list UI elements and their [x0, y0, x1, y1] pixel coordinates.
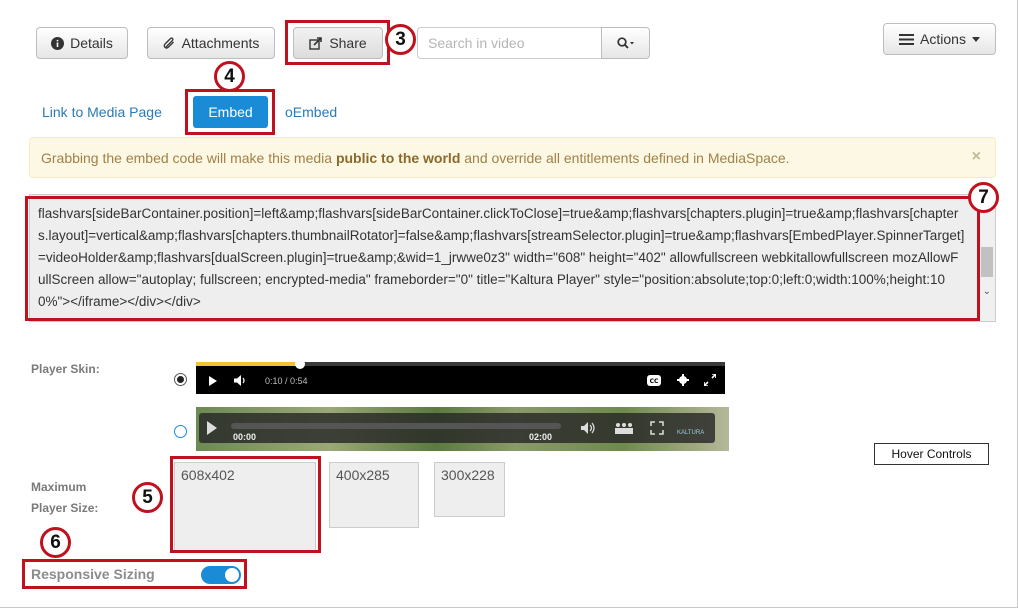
skin-2-radio[interactable]: [174, 425, 187, 438]
skin-1-radio[interactable]: [174, 373, 187, 386]
actions-label: Actions: [920, 31, 966, 47]
player-skin-label: Player Skin:: [31, 362, 100, 376]
skin-2-progress-track: [231, 423, 561, 429]
responsive-sizing-toggle[interactable]: [201, 566, 241, 584]
hover-controls-tooltip: Hover Controls: [874, 443, 989, 465]
progress-knob: [295, 359, 305, 369]
actions-button[interactable]: Actions: [883, 23, 996, 55]
alert-bold: public to the world: [335, 149, 461, 166]
annotation-badge-4: 4: [214, 61, 245, 92]
search-button[interactable]: [601, 27, 650, 59]
captions-icon: CC: [647, 375, 661, 386]
alert-suffix: and override all entitlements defined in…: [464, 149, 790, 166]
details-label: Details: [70, 35, 113, 51]
progress-fill: [196, 362, 300, 366]
skin-1-preview[interactable]: 0:10 / 0:54 CC: [196, 359, 725, 394]
skin-1-time: 0:10 / 0:54: [265, 376, 308, 386]
scroll-down-arrow-icon[interactable]: ⌄: [983, 281, 991, 303]
kaltura-logo: KALTURA: [677, 430, 705, 436]
tab-embed[interactable]: Embed: [193, 96, 268, 128]
max-size-label-line2: Player Size:: [31, 501, 99, 515]
paperclip-icon: [163, 36, 174, 49]
embed-code-textarea[interactable]: flashvars[sideBarContainer.position]=lef…: [29, 194, 996, 322]
warning-alert: Grabbing the embed code will make this m…: [29, 137, 996, 178]
fullscreen-icon: [650, 421, 664, 435]
info-icon: [51, 36, 65, 50]
size-option-400x285[interactable]: 400x285: [329, 462, 419, 528]
attachments-button[interactable]: Attachments: [147, 27, 275, 59]
annotation-badge-3: 3: [385, 24, 416, 55]
list-icon: [899, 33, 915, 45]
skin-2-controlbar: 00:00 02:00 KALTURA: [199, 413, 715, 443]
annotation-badge-7: 7: [968, 182, 999, 213]
annotation-badge-6: 6: [40, 527, 71, 558]
share-button[interactable]: Share: [293, 27, 383, 59]
search-input[interactable]: [417, 27, 602, 59]
skin-2-end-time: 02:00: [529, 432, 553, 442]
play-icon: [207, 421, 217, 435]
search-icon: [616, 36, 634, 49]
tab-oembed[interactable]: oEmbed: [285, 96, 337, 128]
size-option-300x228[interactable]: 300x228: [434, 462, 505, 517]
close-icon[interactable]: ×: [972, 148, 981, 166]
details-button[interactable]: Details: [36, 27, 128, 59]
fullscreen-icon: [704, 374, 716, 386]
size-option-608x402[interactable]: 608x402: [174, 462, 316, 552]
responsive-sizing-label: Responsive Sizing: [31, 566, 155, 582]
svg-text:CC: CC: [650, 378, 659, 385]
skin-2-preview[interactable]: 00:00 02:00 KALTURA: [196, 407, 729, 451]
volume-icon: [234, 375, 245, 386]
play-icon: [209, 376, 217, 386]
embed-code-text: flashvars[sideBarContainer.position]=lef…: [38, 206, 965, 309]
annotation-badge-5: 5: [132, 482, 163, 513]
skin-2-start-time: 00:00: [233, 432, 257, 442]
progress-track: [300, 362, 725, 366]
participants-icon: [615, 423, 633, 434]
scrollbar-thumb[interactable]: [981, 247, 993, 277]
max-size-label-line1: Maximum: [31, 480, 87, 494]
share-icon: [309, 36, 323, 50]
tab-link-to-media-page[interactable]: Link to Media Page: [42, 96, 162, 128]
alert-prefix: Grabbing the embed code will make this m…: [41, 149, 333, 166]
caret-down-icon: [971, 36, 980, 42]
gear-icon: [677, 374, 689, 386]
volume-icon: [581, 422, 595, 434]
attachments-label: Attachments: [181, 35, 260, 51]
share-label: Share: [329, 35, 367, 51]
